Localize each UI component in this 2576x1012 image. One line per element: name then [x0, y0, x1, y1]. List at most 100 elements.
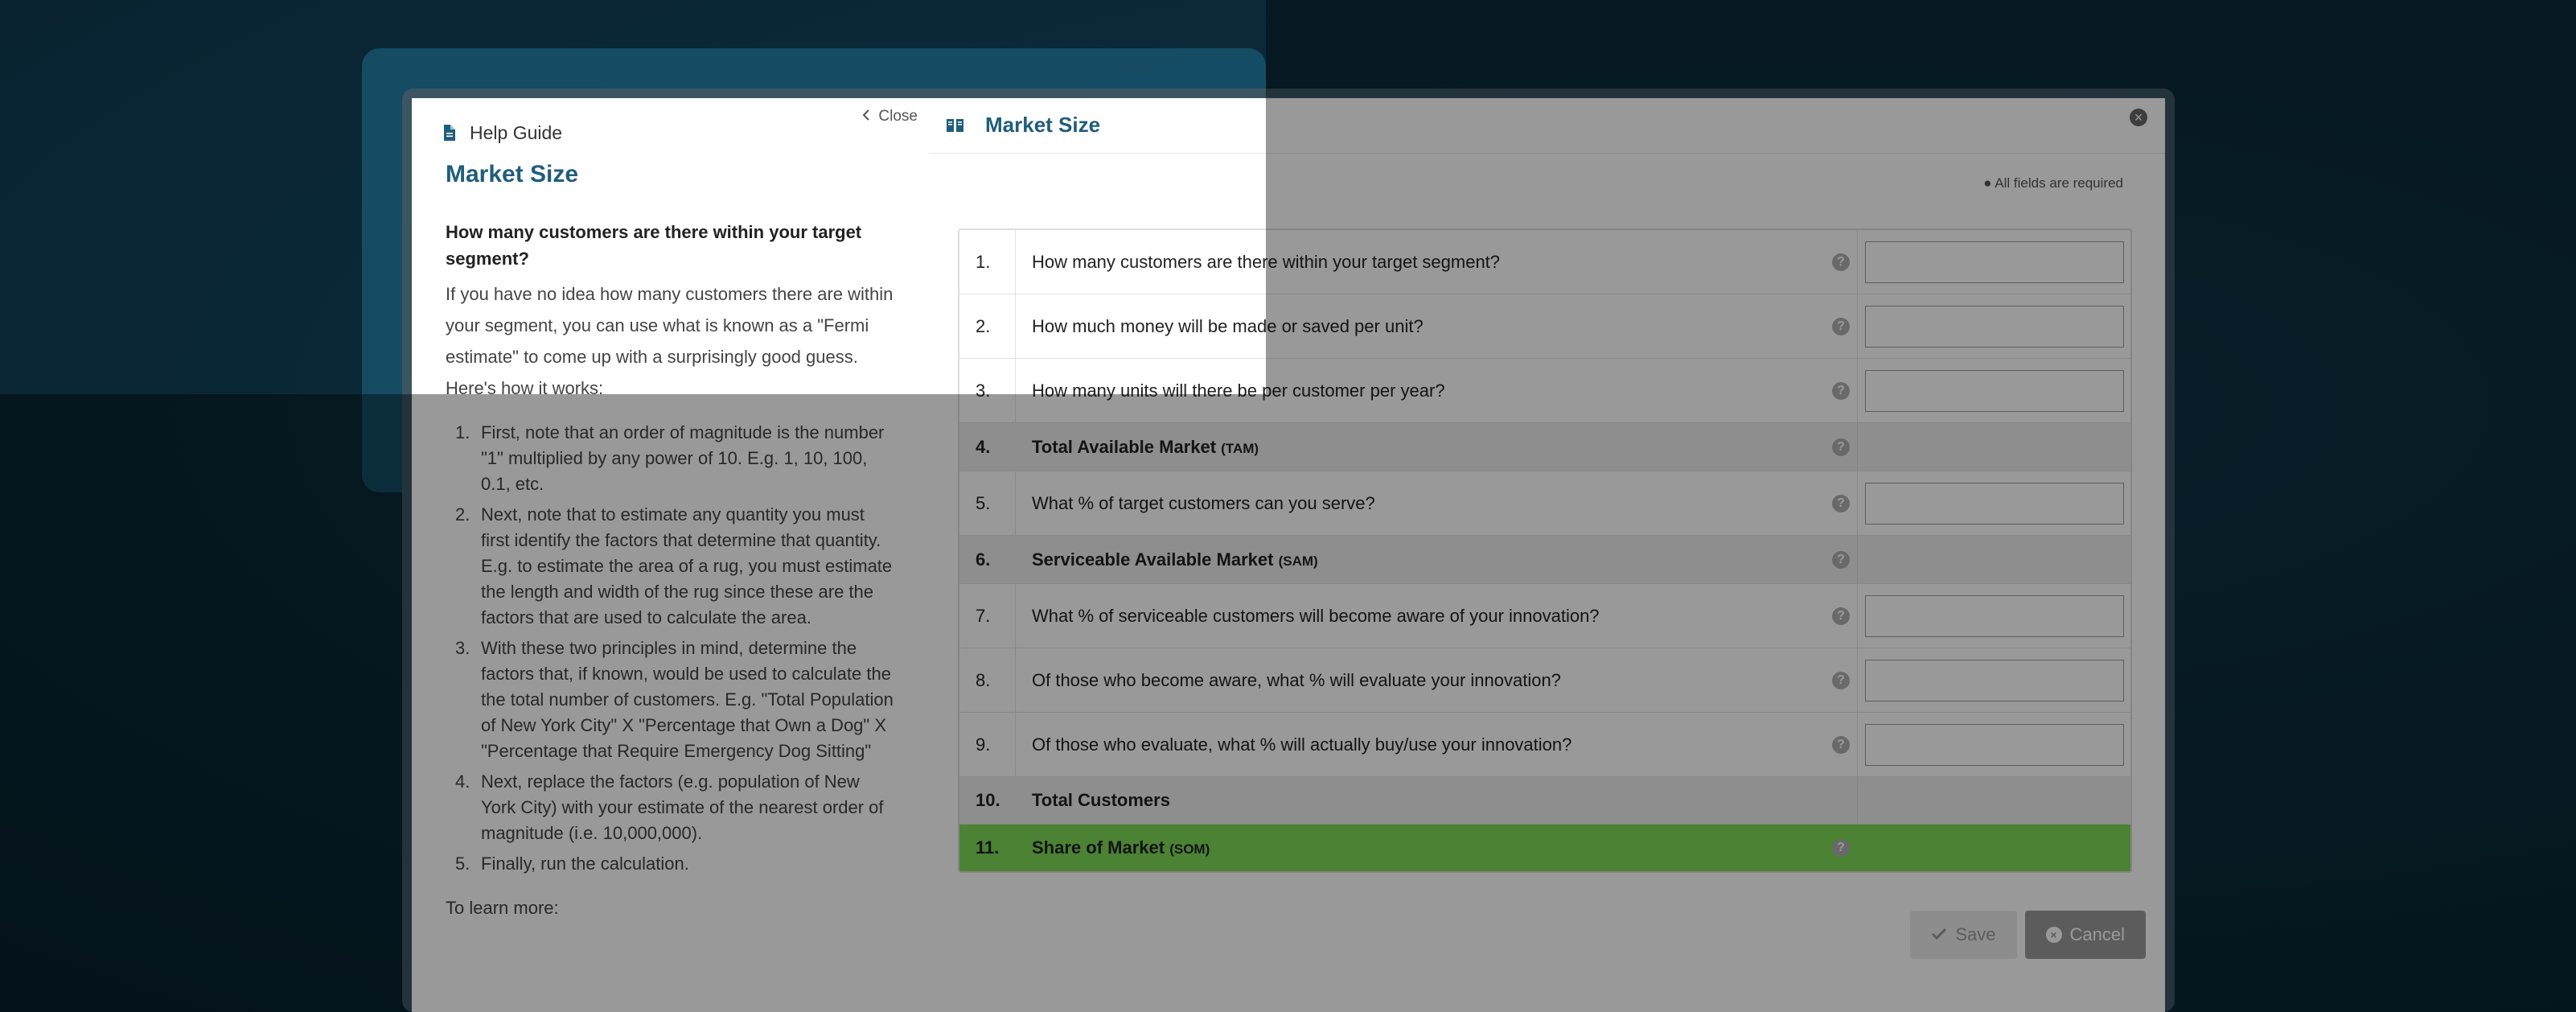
row-input-cell — [1857, 777, 2130, 824]
row-help-cell: ? — [1825, 253, 1857, 271]
row-label: Of those who become aware, what % will e… — [1016, 670, 1825, 691]
row-input-cell — [1857, 294, 2130, 358]
learn-more-text: To learn more: — [446, 898, 559, 918]
row-input-field[interactable] — [1864, 659, 2124, 701]
help-content: Market Size How many customers are there… — [446, 161, 896, 919]
row-number: 7. — [959, 584, 1016, 648]
required-note: ● All fields are required — [1983, 175, 2123, 191]
row-label-text: Serviceable Available Market — [1032, 549, 1274, 570]
help-step-text: Finally, run the calculation. — [481, 854, 689, 874]
row-label-abbr: (TAM) — [1221, 440, 1259, 456]
help-intro: If you have no idea how many customers t… — [446, 284, 894, 398]
save-button[interactable]: Save — [1910, 911, 2017, 959]
row-input-cell — [1857, 713, 2130, 776]
help-step: 4. Next, replace the factors (e.g. popula… — [446, 769, 896, 846]
row-help-cell: ? — [1825, 607, 1857, 625]
table-row: 3. How many units will there be per custo… — [959, 358, 2130, 422]
help-step-number: 2. — [455, 504, 470, 525]
row-input-field[interactable] — [1864, 723, 2124, 766]
table-row: 9. Of those who evaluate, what % will act… — [959, 712, 2130, 776]
row-label: Total Available Market (TAM) — [1016, 437, 1825, 458]
question-mark-icon[interactable]: ? — [1832, 671, 1850, 689]
cancel-label: Cancel — [2069, 924, 2125, 944]
row-input-field[interactable] — [1864, 241, 2124, 283]
row-label: Serviceable Available Market (SAM) — [1016, 549, 1825, 570]
table-row: 10. Total Customers — [959, 776, 2130, 824]
row-help-cell: ? — [1825, 381, 1857, 400]
row-label-text: How many units will there be per custome… — [1032, 380, 1445, 401]
row-number: 1. — [959, 230, 1016, 294]
row-number: 3. — [959, 359, 1016, 422]
required-note-text: All fields are required — [1995, 175, 2123, 191]
question-mark-icon[interactable]: ? — [1832, 550, 1850, 569]
table-row: 6. Serviceable Available Market (SAM)? — [959, 535, 2130, 583]
row-input-cell — [1857, 825, 2130, 871]
row-label-text: Of those who evaluate, what % will actua… — [1032, 734, 1572, 755]
table-row: 5. What % of target customers can you ser… — [959, 471, 2130, 535]
row-help-cell: ? — [1825, 671, 1857, 689]
row-help-cell: ? — [1825, 550, 1857, 569]
row-label-text: Total Available Market — [1032, 436, 1217, 457]
help-step-number: 5. — [455, 854, 470, 874]
row-input-field[interactable] — [1864, 594, 2124, 637]
question-mark-icon[interactable]: ? — [1832, 494, 1850, 512]
row-label: Of those who evaluate, what % will actua… — [1016, 734, 1825, 755]
row-number: 11. — [976, 837, 1000, 858]
table-row: 4. Total Available Market (TAM)? — [959, 422, 2130, 471]
row-input-cell — [1857, 359, 2130, 422]
form-header: Market Size × — [929, 98, 2165, 154]
row-input-cell — [1857, 471, 2130, 535]
row-label: How much money will be made or saved per… — [1016, 316, 1825, 337]
table-row: 8. Of those who become aware, what % will… — [959, 648, 2130, 712]
help-step-number: 3. — [455, 638, 470, 658]
help-step: 3. With these two principles in mind, det… — [446, 636, 896, 764]
row-input-cell — [1857, 230, 2130, 294]
help-question: How many customers are there within your… — [446, 222, 862, 269]
question-mark-icon[interactable]: ? — [1832, 317, 1850, 335]
form-title: Market Size — [985, 113, 1101, 137]
close-help-button[interactable]: Close — [862, 108, 918, 125]
question-mark-icon[interactable]: ? — [1832, 735, 1850, 754]
row-help-cell: ? — [1825, 317, 1857, 335]
help-steps-list: 1. First, note that an order of magnitude… — [446, 420, 896, 877]
row-number: 6. — [976, 549, 991, 570]
row-label: Share of Market (SOM) — [1016, 837, 1825, 858]
row-help-cell: ? — [1825, 839, 1857, 857]
question-mark-icon[interactable]: ? — [1832, 839, 1850, 857]
question-mark-icon[interactable]: ? — [1832, 607, 1850, 625]
close-modal-icon[interactable]: × — [2130, 109, 2147, 126]
help-step: 1. First, note that an order of magnitude… — [446, 420, 896, 497]
market-size-form-panel: Market Size × ● All fields are required … — [929, 98, 2165, 1012]
close-label: Close — [878, 108, 918, 125]
help-step-number: 1. — [455, 422, 470, 442]
help-step-number: 4. — [455, 771, 470, 792]
question-mark-icon[interactable]: ? — [1832, 438, 1850, 456]
row-number: 10. — [976, 790, 1000, 810]
table-row: 2. How much money will be made or saved p… — [959, 294, 2130, 358]
row-label-abbr: (SOM) — [1169, 841, 1210, 857]
row-input-field[interactable] — [1864, 305, 2124, 348]
market-size-table: 1. How many customers are there within yo… — [958, 228, 2132, 873]
help-step-text: Next, note that to estimate any quantity… — [481, 504, 893, 627]
row-input-field[interactable] — [1864, 482, 2124, 525]
book-icon — [947, 117, 964, 138]
row-input-field[interactable] — [1864, 369, 2124, 412]
help-step-text: With these two principles in mind, deter… — [481, 638, 894, 761]
row-number: 8. — [959, 648, 1016, 712]
table-row: 1. How many customers are there within yo… — [959, 230, 2130, 294]
check-icon — [1931, 924, 1947, 945]
save-label: Save — [1955, 924, 1996, 944]
row-label-text: How many customers are there within your… — [1032, 251, 1501, 272]
row-label: Total Customers — [1016, 790, 1825, 811]
question-mark-icon[interactable]: ? — [1832, 381, 1850, 400]
row-input-cell — [1857, 536, 2130, 583]
help-step-text: First, note that an order of magnitude i… — [481, 422, 885, 494]
question-mark-icon[interactable]: ? — [1832, 253, 1850, 271]
help-step: 5. Finally, run the calculation. — [446, 851, 896, 877]
help-guide-header: Help Guide — [442, 113, 562, 153]
row-input-cell — [1857, 648, 2130, 712]
cancel-button[interactable]: × Cancel — [2024, 911, 2146, 959]
row-number: 4. — [976, 436, 991, 457]
row-label-text: Total Customers — [1032, 790, 1170, 810]
row-help-cell: ? — [1825, 494, 1857, 512]
